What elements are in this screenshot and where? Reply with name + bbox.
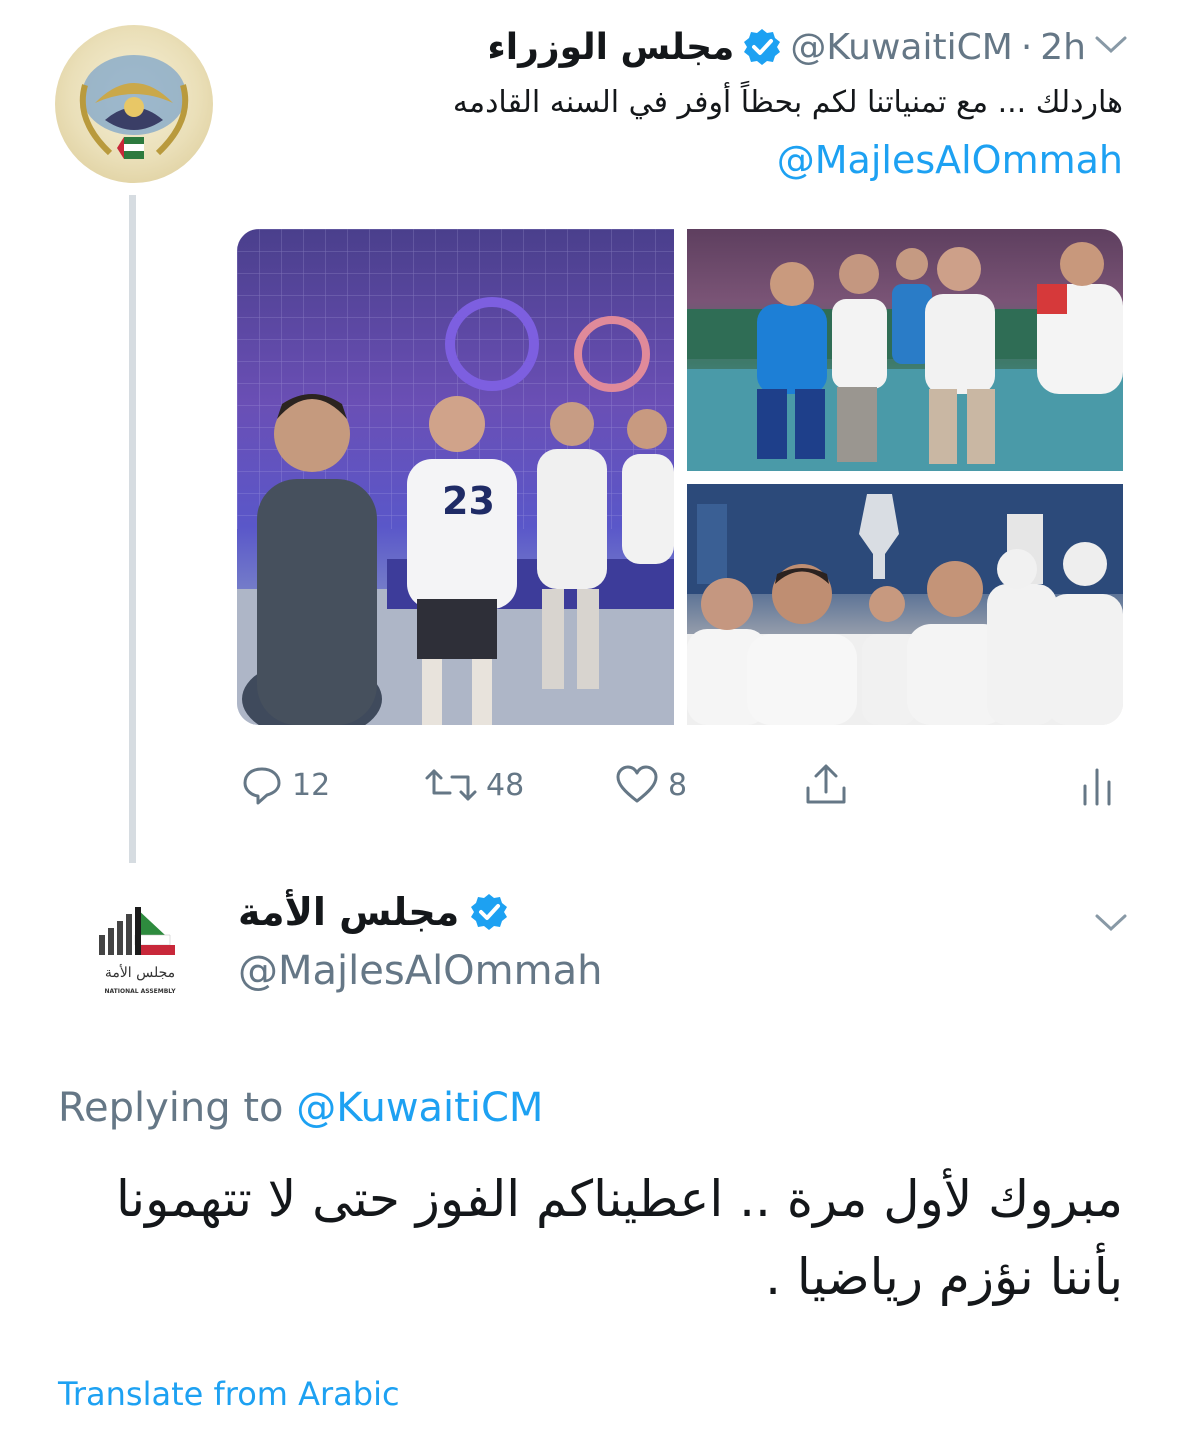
tweet1-display-name[interactable]: مجلس الوزراء [487, 27, 734, 68]
like-action[interactable]: 8 [614, 760, 687, 810]
logo-caption-text: NATIONAL ASSEMBLY [104, 988, 176, 995]
national-assembly-logo-icon: مجلس الأمة NATIONAL ASSEMBLY [99, 907, 176, 995]
tweet1-text: هاردلك ... مع تمنياتنا لكم بحظاً أوفر في… [452, 85, 1123, 120]
council-of-ministers-emblem-icon [79, 55, 189, 159]
photo-futsal-team-celebration-art: 23 [237, 229, 674, 725]
share-action[interactable] [803, 760, 849, 810]
replying-to-line: Replying to @KuwaitiCM [58, 1085, 543, 1131]
tweet1-mention-link[interactable]: @MajlesAlOmmah [777, 138, 1123, 182]
tweet2-handle[interactable]: @MajlesAlOmmah [238, 948, 602, 994]
like-icon [616, 765, 658, 803]
share-icon [806, 764, 846, 804]
replying-to-label: Replying to [58, 1085, 284, 1131]
reply-icon [243, 767, 281, 805]
tweet2-header: مجلس الأمة [238, 890, 509, 934]
retweet-action[interactable]: 48 [424, 760, 524, 810]
retweet-icon [425, 769, 477, 801]
photo-trophy-ceremony[interactable] [687, 484, 1123, 725]
like-count: 8 [668, 767, 688, 803]
analytics-action[interactable] [1080, 760, 1116, 810]
analytics-icon [1083, 768, 1111, 806]
translate-link[interactable]: Translate from Arabic [58, 1375, 400, 1413]
kuwaiti-cm-avatar[interactable] [55, 25, 213, 183]
chevron-down-icon[interactable] [1094, 912, 1128, 932]
reply-action[interactable]: 12 [240, 760, 330, 810]
reply-count: 12 [292, 767, 331, 803]
retweet-count: 48 [486, 767, 525, 803]
logo-arabic-text: مجلس الأمة [105, 963, 175, 981]
verified-badge-icon [471, 894, 508, 930]
tweet1-header: مجلس الوزراء @KuwaitiCM · 2h [487, 22, 1086, 72]
jersey-number: 23 [442, 479, 495, 523]
photo-players-on-court-art [687, 242, 1123, 471]
tweet1-separator: · [1020, 26, 1033, 68]
photo-futsal-team-celebration[interactable]: 23 [237, 229, 674, 725]
tweet1-photo-grid: 23 [237, 229, 1123, 725]
photo-trophy-ceremony-art [687, 484, 1123, 725]
chevron-down-icon[interactable] [1094, 34, 1128, 54]
verified-badge-icon [744, 29, 781, 65]
tweet2-text: مبروك لأول مرة .. اعطيناكم الفوز حتى لا … [115, 1170, 1123, 1306]
tweet1-timestamp[interactable]: 2h [1040, 27, 1086, 68]
majles-al-ommah-avatar[interactable]: مجلس الأمة NATIONAL ASSEMBLY [95, 895, 185, 1005]
replying-to-handle[interactable]: @KuwaitiCM [296, 1085, 543, 1131]
tweet2-display-name[interactable]: مجلس الأمة [238, 890, 459, 934]
tweet1-handle[interactable]: @KuwaitiCM [790, 27, 1012, 68]
photo-players-on-court[interactable] [687, 229, 1123, 471]
thread-connector-line [129, 195, 136, 863]
